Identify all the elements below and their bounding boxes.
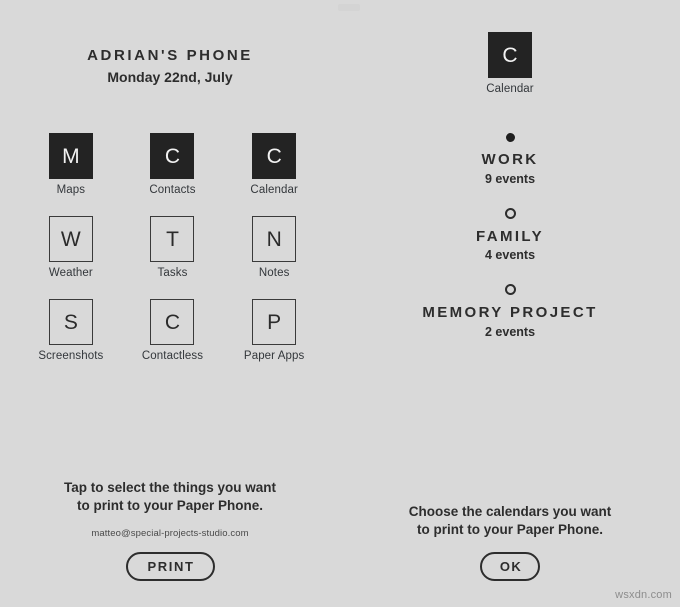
calendar-app-label: Calendar: [486, 83, 534, 95]
app-item-contactless[interactable]: C Contactless: [122, 299, 224, 362]
calendar-name: FAMILY: [475, 227, 545, 245]
screenshots-icon[interactable]: S: [48, 299, 93, 345]
contactless-icon[interactable]: C: [150, 299, 195, 345]
calendar-name: WORK: [481, 151, 539, 168]
app-label: Screenshots: [38, 350, 104, 362]
app-item-contacts[interactable]: C Contacts: [122, 133, 224, 196]
page-title: ADRIAN'S PHONE: [87, 47, 253, 64]
app-grid: M Maps C Contacts C Calendar W Weather T…: [20, 133, 325, 362]
app-item-maps[interactable]: M Maps: [20, 133, 122, 196]
app-item-screenshots[interactable]: S Screenshots: [20, 299, 122, 362]
calendar-name: MEMORY PROJECT: [422, 304, 598, 321]
calendar-item-work[interactable]: WORK 9 events: [340, 133, 680, 186]
paper-phone-screen: ADRIAN'S PHONE Monday 22nd, July M Maps …: [0, 0, 680, 607]
weather-icon[interactable]: W: [48, 216, 93, 262]
calendar-app-icon: C: [488, 32, 532, 78]
tasks-icon[interactable]: T: [150, 216, 195, 262]
calendar-event-count: 2 events: [484, 324, 536, 339]
calendar-icon[interactable]: C: [252, 133, 297, 179]
print-button[interactable]: PRINT: [125, 552, 215, 581]
app-label: Paper Apps: [243, 350, 305, 362]
watermark: wsxdn.com: [615, 589, 672, 601]
contacts-icon[interactable]: C: [150, 133, 195, 179]
phone-footer: Tap to select the things you want to pri…: [0, 479, 340, 581]
maps-icon[interactable]: M: [48, 133, 93, 179]
calendar-item-memory-project[interactable]: MEMORY PROJECT 2 events: [340, 284, 680, 339]
calendar-app-header: C Calendar: [340, 32, 680, 95]
phone-instruction-line-2: to print to your Paper Phone.: [76, 497, 263, 513]
app-item-weather[interactable]: W Weather: [20, 216, 122, 279]
calendar-list: WORK 9 events FAMILY 4 events MEMORY PRO…: [340, 133, 680, 361]
unselected-dot-icon[interactable]: [504, 207, 516, 219]
app-label: Weather: [48, 267, 93, 279]
calendar-event-count: 4 events: [484, 248, 536, 262]
app-item-notes[interactable]: N Notes: [223, 216, 325, 279]
account-email: matteo@special-projects-studio.com: [91, 528, 249, 539]
phone-apps-panel: ADRIAN'S PHONE Monday 22nd, July M Maps …: [0, 0, 340, 607]
phone-header: ADRIAN'S PHONE Monday 22nd, July: [0, 47, 340, 85]
status-notch: [338, 4, 360, 11]
app-label: Notes: [258, 267, 290, 279]
app-label: Tasks: [157, 267, 188, 279]
app-item-paper-apps[interactable]: P Paper Apps: [223, 299, 325, 362]
calendar-instruction-line-1: Choose the calendars you want: [408, 503, 612, 519]
calendar-footer: Choose the calendars you want to print t…: [340, 503, 680, 581]
unselected-dot-icon[interactable]: [504, 284, 516, 295]
selected-dot-icon[interactable]: [505, 133, 515, 142]
calendar-event-count: 9 events: [484, 171, 536, 186]
app-label: Maps: [56, 184, 86, 196]
notes-icon[interactable]: N: [252, 216, 297, 262]
app-label: Calendar: [250, 184, 298, 196]
calendar-item-family[interactable]: FAMILY 4 events: [340, 207, 680, 262]
app-label: Contacts: [149, 184, 196, 196]
app-label: Contactless: [141, 350, 204, 362]
ok-button[interactable]: OK: [479, 552, 541, 581]
paper-apps-icon[interactable]: P: [252, 299, 297, 345]
calendar-selection-panel: C Calendar WORK 9 events FAMILY 4 events…: [340, 0, 680, 607]
app-item-tasks[interactable]: T Tasks: [122, 216, 224, 279]
app-item-calendar[interactable]: C Calendar: [223, 133, 325, 196]
calendar-instruction-line-2: to print to your Paper Phone.: [416, 521, 603, 537]
phone-instruction-line-1: Tap to select the things you want: [63, 479, 277, 495]
phone-date: Monday 22nd, July: [107, 68, 233, 85]
